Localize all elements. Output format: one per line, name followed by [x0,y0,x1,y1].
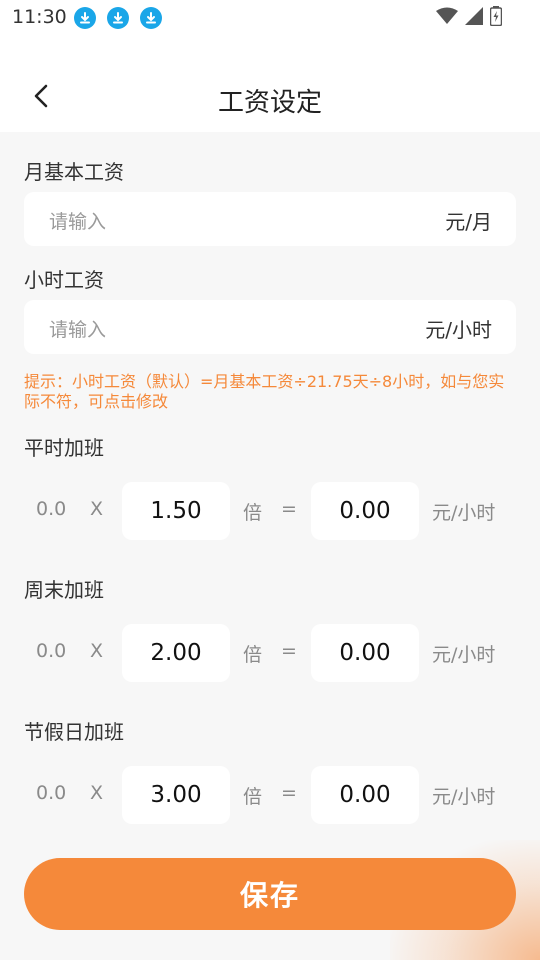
overtime-regular-result[interactable]: 0.00 [311,482,419,540]
overtime-weekend-multiplier-input[interactable]: 2.00 [122,624,230,682]
hourly-salary-hint[interactable]: 提示：小时工资（默认）=月基本工资÷21.75天÷8小时，如与您实际不符，可点击… [24,372,516,412]
status-bar: 11:30 [0,0,540,36]
monthly-salary-unit: 元/月 [445,210,492,234]
overtime-regular-multiplier-input[interactable]: 1.50 [122,482,230,540]
multiplier-unit: 倍 [243,502,263,524]
monthly-salary-label: 月基本工资 [24,160,124,184]
overtime-weekend-unit: 元/小时 [432,644,496,666]
multiply-sign: X [90,498,104,520]
battery-icon [489,6,503,30]
overtime-regular-base: 0.0 [36,498,67,520]
hourly-salary-input[interactable]: 请输入 元/小时 [24,300,516,354]
multiplier-unit: 倍 [243,644,263,666]
save-button[interactable]: 保存 [24,858,516,930]
overtime-holiday-multiplier-input[interactable]: 3.00 [122,766,230,824]
download-icon [140,7,162,29]
overtime-regular-label: 平时加班 [24,436,104,460]
overtime-weekend-base: 0.0 [36,640,67,662]
salary-settings-form: 月基本工资 请输入 元/月 小时工资 请输入 元/小时 提示：小时工资（默认）=… [0,132,540,960]
download-icon [107,7,129,29]
overtime-weekend-label: 周末加班 [24,578,104,602]
multiply-sign: X [90,640,104,662]
overtime-holiday-base: 0.0 [36,782,67,804]
overtime-weekend-result[interactable]: 0.00 [311,624,419,682]
status-time: 11:30 [12,6,67,28]
equals-sign: = [281,498,297,520]
overtime-regular-unit: 元/小时 [432,502,496,524]
multiply-sign: X [90,782,104,804]
overtime-holiday-unit: 元/小时 [432,786,496,808]
monthly-salary-placeholder: 请输入 [49,211,107,233]
hourly-salary-unit: 元/小时 [425,318,492,342]
monthly-salary-input[interactable]: 请输入 元/月 [24,192,516,246]
equals-sign: = [281,640,297,662]
wifi-icon [436,7,458,29]
page-title: 工资设定 [217,88,322,118]
multiplier-unit: 倍 [243,786,263,808]
equals-sign: = [281,782,297,804]
hourly-salary-label: 小时工资 [24,268,104,292]
hourly-salary-placeholder: 请输入 [49,319,107,341]
overtime-holiday-label: 节假日加班 [24,720,124,744]
download-icon [74,7,96,29]
header: 工资设定 [0,36,540,132]
signal-icon [464,6,484,30]
overtime-holiday-result[interactable]: 0.00 [311,766,419,824]
